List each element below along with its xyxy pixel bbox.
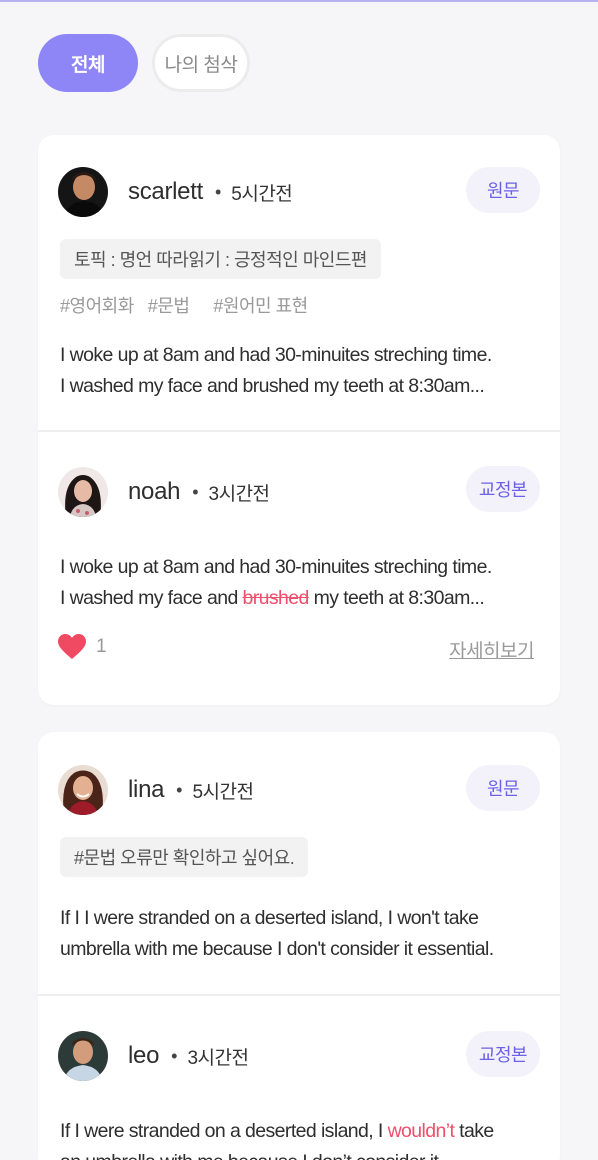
avatar[interactable] xyxy=(58,467,108,517)
avatar[interactable] xyxy=(58,765,108,815)
text-segment: my teeth at 8:30am... xyxy=(308,587,485,609)
username[interactable]: leo xyxy=(128,1042,159,1070)
feed-card: scarlett • 5시간전 원문 토픽 : 명언 따라읽기 : 긍정적인 마… xyxy=(38,135,560,705)
heart-icon[interactable] xyxy=(58,634,86,660)
topic-tag: #문법 오류만 확인하고 싶어요. xyxy=(60,837,309,877)
separator-dot: • xyxy=(192,481,199,502)
filter-tabs: 전체 나의 첨삭 xyxy=(38,34,250,92)
post-body[interactable]: If I I were stranded on a deserted islan… xyxy=(60,903,550,965)
hashtag-list: #영어회화 #문법 #원어민 표현 xyxy=(60,292,322,318)
post-line: umbrella with me because I don't conside… xyxy=(60,938,494,960)
text-segment: If I were stranded on a deserted island,… xyxy=(60,1120,388,1142)
top-border xyxy=(0,0,598,2)
separator-dot: • xyxy=(214,181,222,202)
post-line: I woke up at 8am and had 30-minuites str… xyxy=(60,344,492,366)
separator-dot: • xyxy=(171,1045,178,1066)
hashtag[interactable]: #영어회화 xyxy=(60,292,134,318)
strikethrough-correction: brushed xyxy=(242,587,310,609)
post-header: scarlett • 5시간전 xyxy=(58,167,293,217)
correction-highlight: wouldn’t xyxy=(387,1120,455,1142)
post-body[interactable]: I woke up at 8am and had 30-minuites str… xyxy=(60,552,550,614)
post-time: 5시간전 xyxy=(231,183,293,205)
post-header: noah • 3시간전 xyxy=(58,467,270,517)
username[interactable]: noah xyxy=(128,478,181,506)
filter-mine-button[interactable]: 나의 첨삭 xyxy=(152,34,250,92)
post-header: leo • 3시간전 xyxy=(58,1031,249,1081)
text-segment: take xyxy=(454,1120,494,1142)
original-badge[interactable]: 원문 xyxy=(466,167,540,213)
post-time: 5시간전 xyxy=(192,781,254,803)
feed-card: lina • 5시간전 원문 #문법 오류만 확인하고 싶어요. If I I … xyxy=(38,732,560,1160)
post-header: lina • 5시간전 xyxy=(58,765,254,815)
username[interactable]: lina xyxy=(128,776,164,804)
original-badge[interactable]: 원문 xyxy=(466,765,540,811)
username[interactable]: scarlett xyxy=(128,178,203,206)
corrected-badge[interactable]: 교정본 xyxy=(466,466,540,512)
view-details-link[interactable]: 자세히보기 xyxy=(449,636,534,663)
divider xyxy=(38,994,560,996)
post-time: 3시간전 xyxy=(187,1047,249,1069)
post-line: I woke up at 8am and had 30-minuites str… xyxy=(60,556,492,578)
post-line: I washed my face and brushed my teeth at… xyxy=(60,375,485,397)
separator-dot: • xyxy=(176,779,183,800)
post-line: If I were stranded on a deserted island,… xyxy=(60,1116,550,1147)
text-segment: I washed my face and xyxy=(60,587,243,609)
divider xyxy=(38,430,560,432)
hashtag[interactable]: #문법 xyxy=(148,292,190,318)
post-body[interactable]: If I were stranded on a deserted island,… xyxy=(60,1116,550,1160)
avatar[interactable] xyxy=(58,167,108,217)
post-time: 3시간전 xyxy=(208,483,271,505)
post-line: If I I were stranded on a deserted islan… xyxy=(60,907,479,929)
topic-tag: 토픽 : 명언 따라읽기 : 긍정적인 마인드편 xyxy=(60,239,381,279)
post-body[interactable]: I woke up at 8am and had 30-minuites str… xyxy=(60,340,550,402)
corrected-badge[interactable]: 교정본 xyxy=(466,1031,540,1077)
post-line: an umbrella with me because I don’t cons… xyxy=(60,1147,550,1160)
like-count: 1 xyxy=(96,636,107,657)
hashtag[interactable]: #원어민 표현 xyxy=(213,292,308,318)
avatar[interactable] xyxy=(58,1031,108,1081)
like-group: 1 xyxy=(58,634,107,660)
post-line: I washed my face and brushed my teeth at… xyxy=(60,583,550,614)
filter-all-button[interactable]: 전체 xyxy=(38,34,138,92)
